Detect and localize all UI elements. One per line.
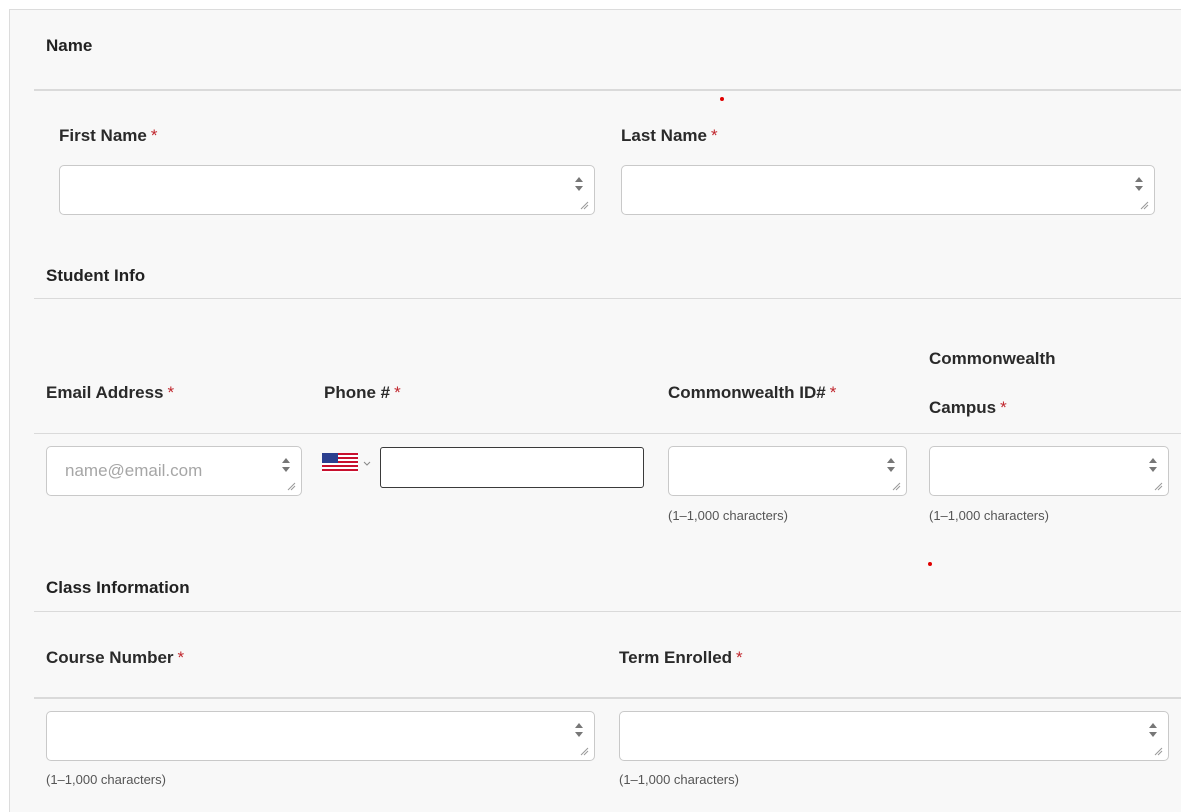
red-marker-dot bbox=[720, 97, 724, 101]
campus-field[interactable] bbox=[929, 446, 1169, 496]
spinner-arrows-icon[interactable] bbox=[1134, 176, 1144, 192]
phone-label: Phone # * bbox=[324, 383, 401, 403]
spinner-arrows-icon[interactable] bbox=[1148, 722, 1158, 738]
email-label: Email Address * bbox=[46, 383, 174, 403]
first-name-label-text: First Name bbox=[59, 126, 147, 145]
required-marker: * bbox=[736, 648, 743, 667]
resize-grip-icon[interactable] bbox=[1153, 481, 1163, 491]
course-number-field[interactable] bbox=[46, 711, 595, 761]
term-enrolled-label: Term Enrolled * bbox=[619, 648, 743, 668]
spinner-arrows-icon[interactable] bbox=[886, 457, 896, 473]
section-divider bbox=[34, 89, 1181, 91]
spinner-arrows-icon[interactable] bbox=[574, 722, 584, 738]
campus-hint: (1–1,000 characters) bbox=[929, 508, 1049, 523]
campus-label: Commonwealth Campus * bbox=[929, 334, 1056, 432]
section-divider bbox=[34, 611, 1181, 612]
section-title-name: Name bbox=[46, 36, 93, 55]
last-name-label: Last Name * bbox=[621, 126, 718, 146]
required-marker: * bbox=[167, 383, 175, 402]
red-marker-dot bbox=[928, 562, 932, 566]
email-label-text: Email Address bbox=[46, 383, 164, 402]
section-title-class-info: Class Information bbox=[46, 578, 190, 597]
campus-label-line1: Commonwealth bbox=[929, 349, 1056, 368]
course-number-label: Course Number * bbox=[46, 648, 184, 668]
required-marker: * bbox=[177, 648, 185, 667]
resize-grip-icon[interactable] bbox=[286, 481, 296, 491]
required-marker: * bbox=[150, 126, 158, 145]
commonwealth-id-label: Commonwealth ID# * bbox=[668, 383, 836, 403]
term-enrolled-field[interactable] bbox=[619, 711, 1169, 761]
commonwealth-id-hint: (1–1,000 characters) bbox=[668, 508, 788, 523]
email-placeholder: name@email.com bbox=[65, 461, 203, 480]
resize-grip-icon[interactable] bbox=[579, 200, 589, 210]
term-enrolled-hint: (1–1,000 characters) bbox=[619, 772, 739, 787]
commonwealth-id-field[interactable] bbox=[668, 446, 907, 496]
email-field[interactable]: name@email.com bbox=[46, 446, 302, 496]
section-divider bbox=[34, 697, 1181, 699]
last-name-label-text: Last Name bbox=[621, 126, 707, 145]
resize-grip-icon[interactable] bbox=[1153, 746, 1163, 756]
resize-grip-icon[interactable] bbox=[891, 481, 901, 491]
spinner-arrows-icon[interactable] bbox=[574, 176, 584, 192]
first-name-field[interactable] bbox=[59, 165, 595, 215]
section-title-student-info: Student Info bbox=[46, 266, 146, 285]
required-marker: * bbox=[710, 126, 718, 145]
resize-grip-icon[interactable] bbox=[1139, 200, 1149, 210]
campus-label-line2-text: Campus bbox=[929, 398, 997, 417]
spinner-arrows-icon[interactable] bbox=[1148, 457, 1158, 473]
spinner-arrows-icon[interactable] bbox=[281, 457, 291, 473]
first-name-label: First Name * bbox=[59, 126, 158, 146]
us-flag-icon bbox=[322, 453, 358, 473]
campus-label-line2: Campus * bbox=[929, 383, 1056, 432]
required-marker: * bbox=[394, 383, 401, 402]
term-enrolled-label-text: Term Enrolled bbox=[619, 648, 733, 667]
required-marker: * bbox=[829, 383, 837, 402]
section-divider bbox=[34, 433, 1181, 434]
required-marker: * bbox=[1000, 398, 1007, 417]
chevron-down-icon bbox=[363, 461, 371, 466]
section-divider bbox=[34, 298, 1181, 299]
resize-grip-icon[interactable] bbox=[579, 746, 589, 756]
course-number-hint: (1–1,000 characters) bbox=[46, 772, 166, 787]
course-number-label-text: Course Number bbox=[46, 648, 174, 667]
phone-input[interactable] bbox=[380, 447, 644, 488]
last-name-field[interactable] bbox=[621, 165, 1155, 215]
country-selector[interactable] bbox=[322, 453, 378, 473]
phone-label-text: Phone # bbox=[324, 383, 391, 402]
commonwealth-id-label-text: Commonwealth ID# bbox=[668, 383, 826, 402]
